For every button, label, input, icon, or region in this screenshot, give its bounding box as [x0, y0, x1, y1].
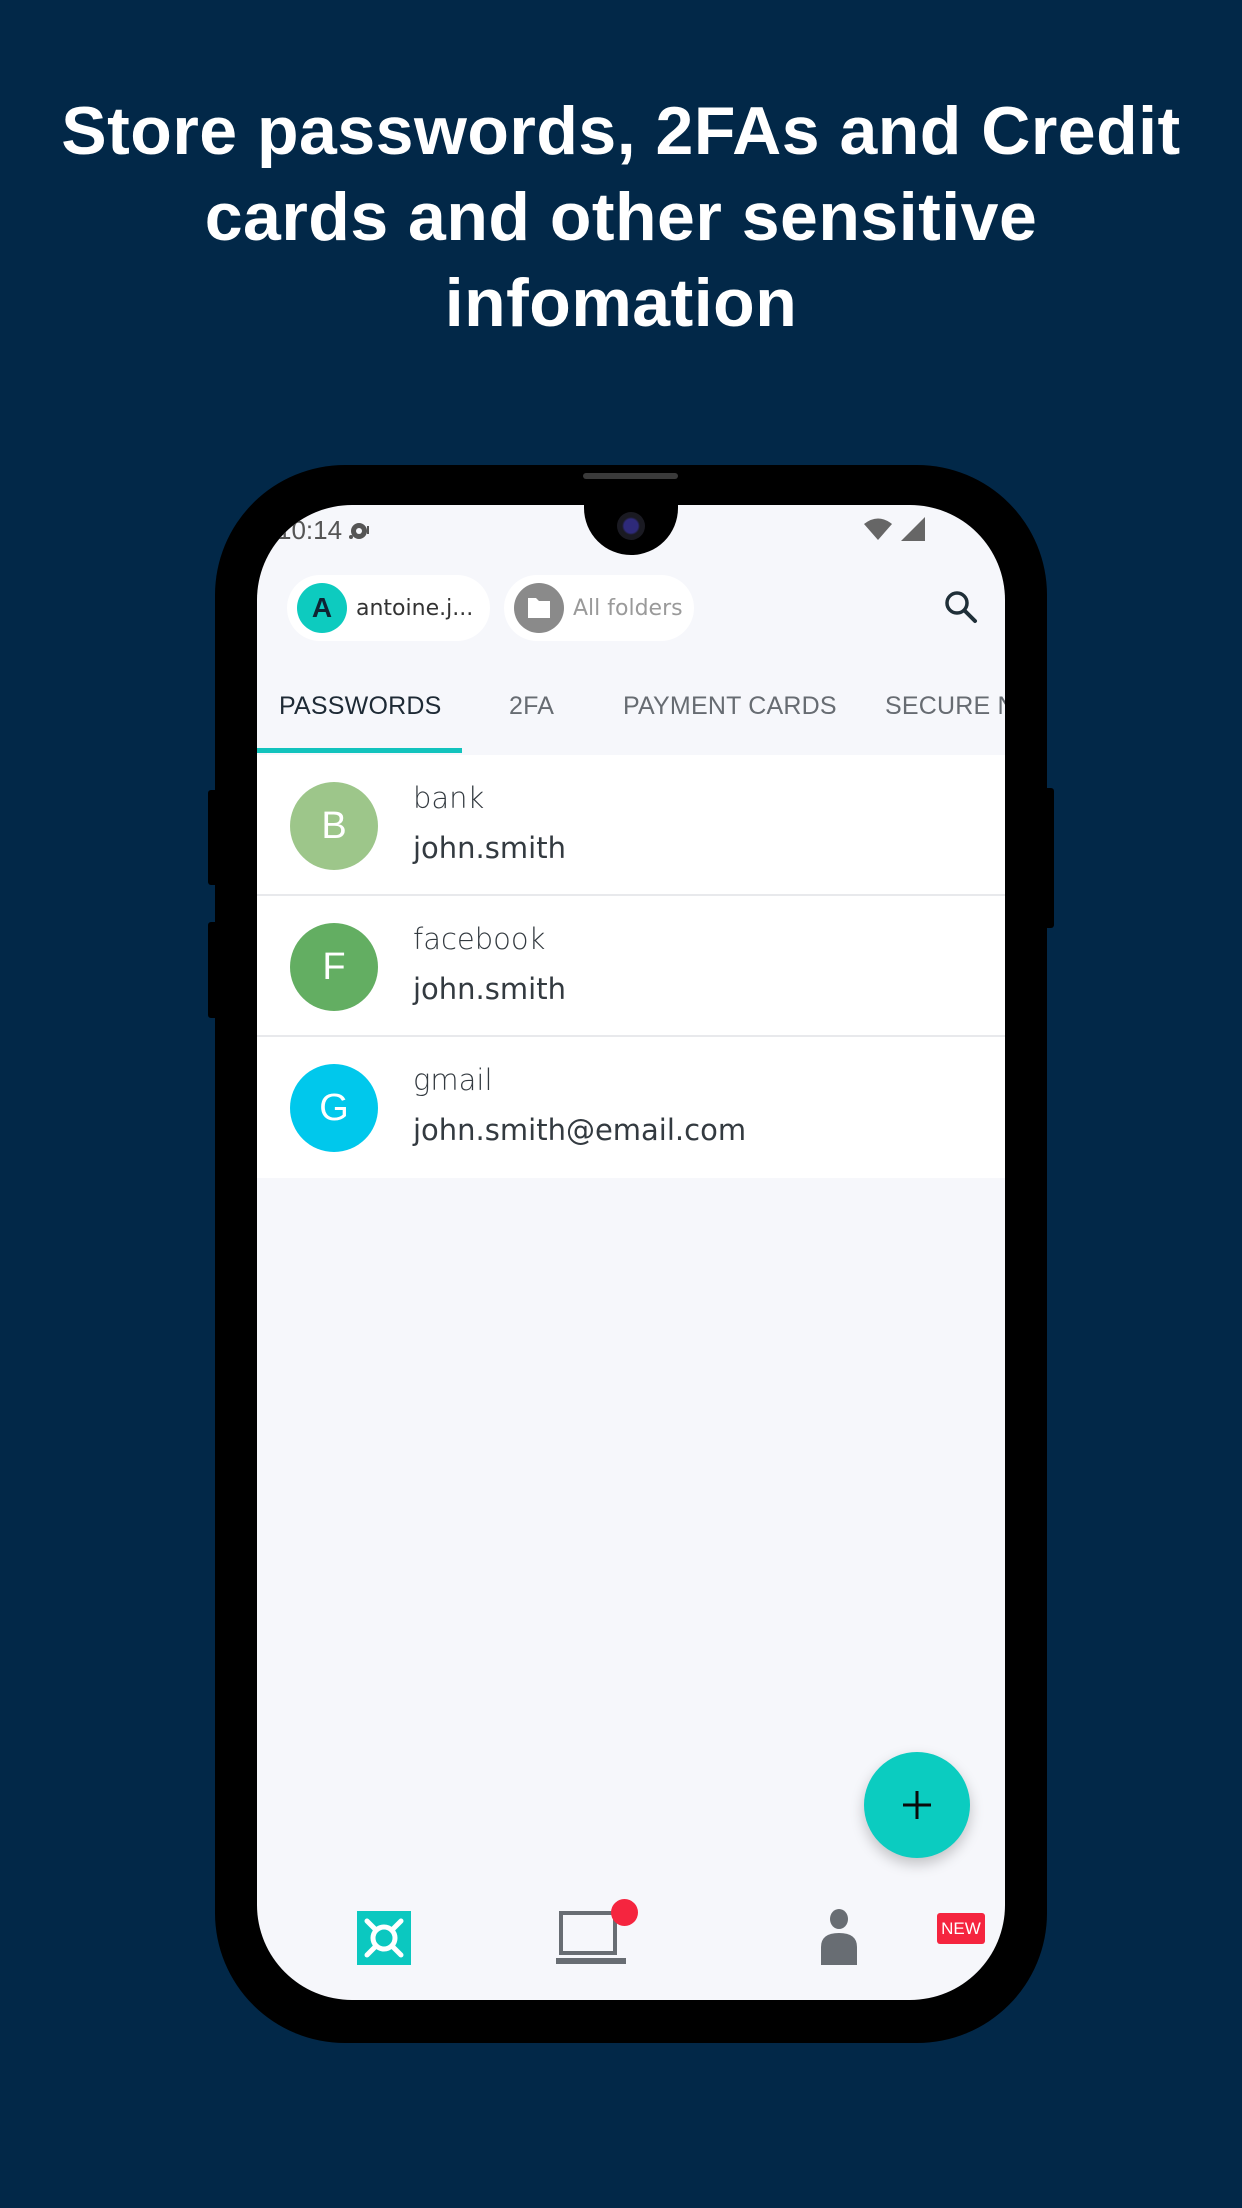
category-tabs: PASSWORDS 2FA PAYMENT CARDS SECURE N [257, 670, 1005, 756]
list-item[interactable]: F facebook john.smith [257, 896, 1005, 1037]
item-username: john.smith [413, 831, 566, 865]
item-title: gmail [413, 1063, 493, 1097]
folder-label: All folders [573, 595, 683, 621]
headline: Store passwords, 2FAs and Credit cards a… [61, 93, 1181, 341]
notification-icon [349, 523, 369, 539]
status-icons [863, 517, 925, 541]
folder-chip[interactable]: All folders [504, 575, 694, 641]
camera-icon [617, 512, 645, 540]
vault-icon [357, 1911, 411, 1965]
item-title: facebook [413, 922, 546, 956]
cellular-signal-icon [901, 517, 925, 541]
new-badge: NEW [937, 1913, 985, 1944]
list-item[interactable]: G gmail john.smith@email.com [257, 1037, 1005, 1178]
item-avatar: F [290, 923, 378, 1011]
tab-2fa[interactable]: 2FA [509, 692, 554, 721]
tab-secure-notes[interactable]: SECURE N [885, 692, 1005, 721]
search-icon [945, 591, 977, 623]
active-tab-indicator [257, 748, 462, 753]
add-icon [903, 1791, 931, 1819]
wifi-icon [864, 518, 892, 540]
person-icon [821, 1909, 857, 1965]
phone-speaker [583, 473, 678, 479]
item-avatar: B [290, 782, 378, 870]
account-avatar: A [297, 583, 347, 633]
camera-notch [584, 505, 678, 555]
nav-account[interactable] [809, 1905, 869, 1965]
tab-payment-cards[interactable]: PAYMENT CARDS [623, 692, 837, 721]
nav-devices[interactable] [556, 1899, 638, 1965]
phone-screen: 10:14 A antoine.j... All folders PASSWOR… [257, 505, 1005, 2000]
item-title: bank [413, 781, 485, 815]
status-time: 10:14 [277, 515, 343, 545]
item-avatar: G [290, 1064, 378, 1152]
nav-vault[interactable] [354, 1905, 414, 1965]
account-label: antoine.j... [356, 595, 474, 621]
search-button[interactable] [939, 585, 983, 629]
folder-icon [514, 583, 564, 633]
list-item[interactable]: B bank john.smith [257, 755, 1005, 896]
add-item-button[interactable] [864, 1752, 970, 1858]
account-chip[interactable]: A antoine.j... [287, 575, 490, 641]
password-list: B bank john.smith F facebook john.smith … [257, 755, 1005, 1178]
tab-passwords[interactable]: PASSWORDS [279, 692, 441, 721]
item-username: john.smith [413, 972, 566, 1006]
item-username: john.smith@email.com [413, 1113, 747, 1147]
notification-dot [611, 1899, 638, 1926]
